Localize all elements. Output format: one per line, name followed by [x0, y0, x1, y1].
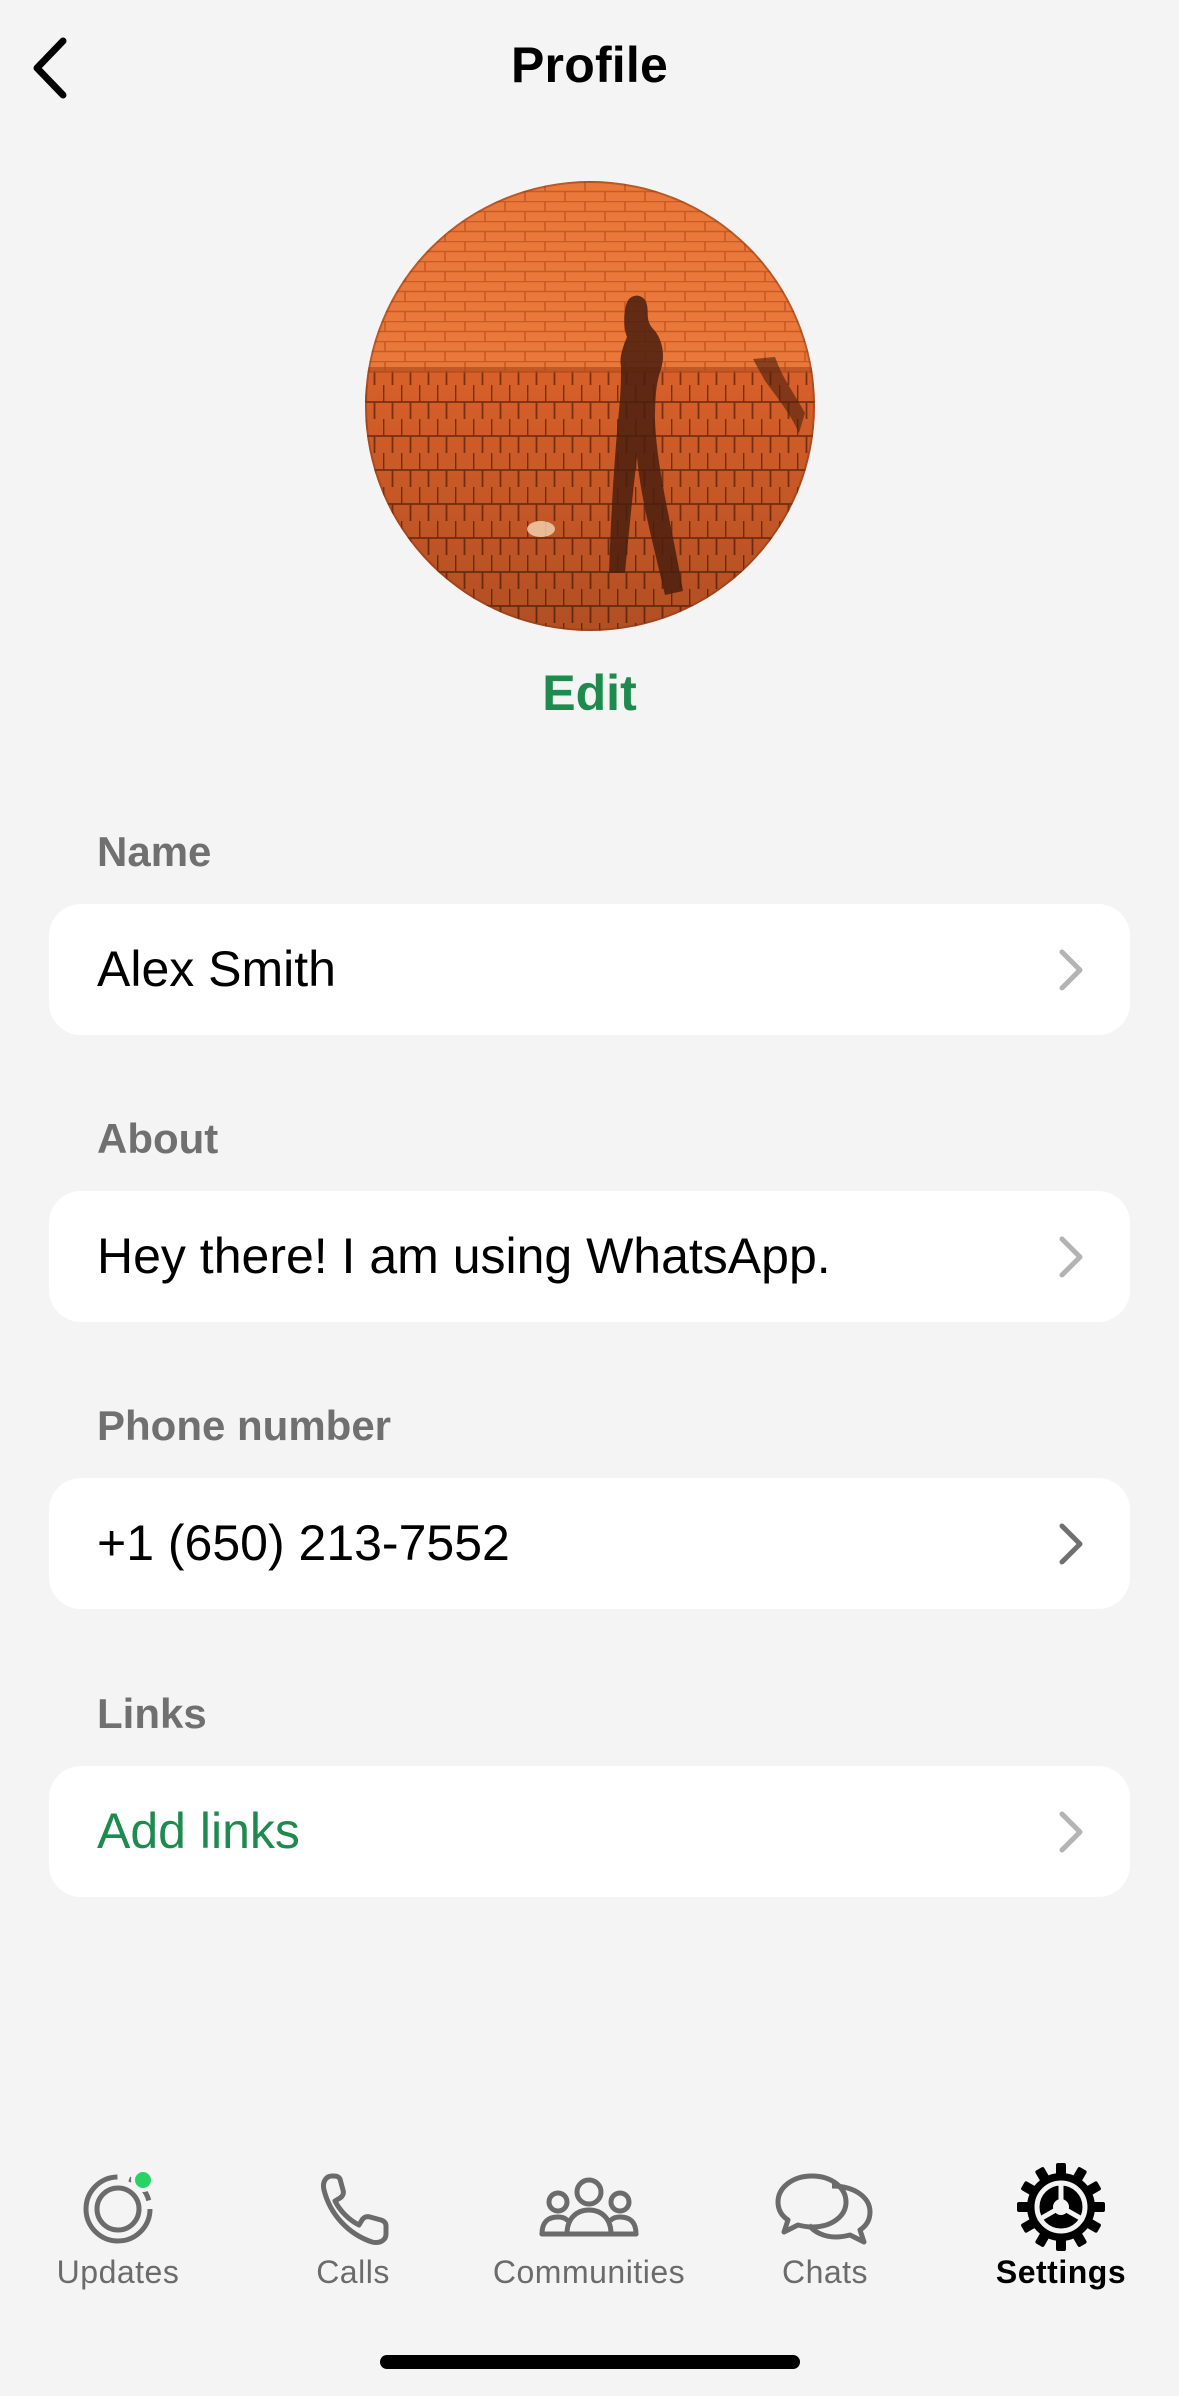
about-row[interactable]: Hey there! I am using WhatsApp. — [49, 1191, 1130, 1322]
name-value: Alex Smith — [97, 941, 336, 997]
gear-icon — [1017, 2163, 1105, 2251]
chevron-right-icon — [1059, 1811, 1083, 1853]
tab-label-calls: Calls — [316, 2254, 390, 2290]
chevron-right-icon — [1059, 949, 1083, 991]
tab-label-communities: Communities — [492, 2254, 686, 2290]
tab-chats[interactable]: Chats — [707, 2150, 943, 2300]
phone-icon — [321, 2173, 389, 2245]
about-section-label: About — [97, 1115, 219, 1162]
phone-row[interactable]: +1 (650) 213-7552 — [49, 1478, 1130, 1609]
tab-settings[interactable]: Settings — [943, 2150, 1179, 2300]
top-nav-bar: Profile — [0, 0, 1179, 140]
chats-icon — [775, 2173, 873, 2245]
chevron-right-icon — [1059, 1236, 1083, 1278]
name-row[interactable]: Alex Smith — [49, 904, 1130, 1035]
name-section-label: Name — [97, 828, 212, 875]
tab-label-updates: Updates — [56, 2254, 180, 2290]
chevron-right-icon — [1059, 1523, 1083, 1565]
add-links-label: Add links — [97, 1803, 300, 1859]
about-value: Hey there! I am using WhatsApp. — [97, 1228, 831, 1284]
tab-label-settings: Settings — [995, 2254, 1127, 2290]
tab-label-chats: Chats — [781, 2254, 869, 2290]
tab-updates[interactable]: Updates — [0, 2150, 236, 2300]
profile-photo[interactable] — [365, 181, 815, 631]
tab-communities[interactable]: Communities — [471, 2150, 707, 2300]
profile-photo-image — [365, 181, 815, 631]
tab-calls[interactable]: Calls — [235, 2150, 471, 2300]
badge-dot — [131, 2168, 155, 2192]
links-section-label: Links — [97, 1690, 207, 1737]
page-title: Profile — [511, 37, 668, 93]
add-links-row[interactable]: Add links — [49, 1766, 1130, 1897]
home-indicator — [380, 2355, 800, 2369]
edit-photo-link[interactable]: Edit — [0, 664, 1179, 722]
communities-icon — [539, 2177, 639, 2237]
updates-icon — [83, 2168, 155, 2244]
phone-section-label: Phone number — [97, 1402, 392, 1449]
phone-value: +1 (650) 213-7552 — [97, 1515, 510, 1571]
